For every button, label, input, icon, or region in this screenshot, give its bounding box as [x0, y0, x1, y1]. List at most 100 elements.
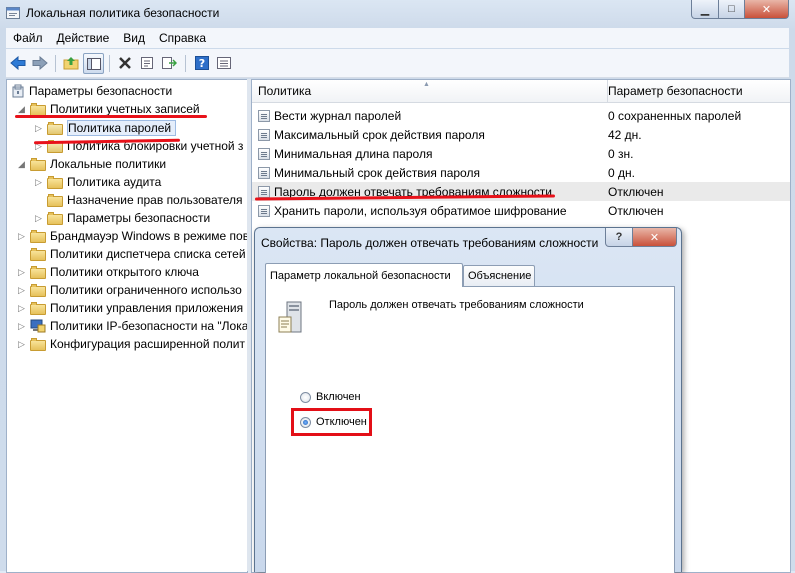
- folder-icon: [30, 301, 46, 315]
- expand-icon[interactable]: ▷: [17, 285, 26, 295]
- tree-root-label: Параметры безопасности: [29, 84, 173, 98]
- expand-icon[interactable]: ▷: [17, 303, 26, 313]
- menu-action[interactable]: Действие: [50, 31, 117, 45]
- tree-root[interactable]: Параметры безопасности: [11, 82, 172, 100]
- tree-item-user-rights[interactable]: Назначение прав пользователя: [34, 191, 243, 209]
- policy-description: Пароль должен отвечать требованиям сложн…: [329, 299, 584, 311]
- export-icon[interactable]: [159, 53, 179, 73]
- dialog-title: Свойства: Пароль должен отвечать требова…: [261, 236, 599, 250]
- folder-icon: [30, 102, 46, 116]
- folder-icon: [47, 193, 63, 207]
- title-bar: Локальная политика безопасности ▁ □ ✕: [0, 0, 795, 27]
- policy-icon: [258, 166, 270, 179]
- tree-item-applocker[interactable]: ▷ Политики управления приложения: [17, 299, 243, 317]
- folder-icon: [30, 265, 46, 279]
- minimize-button[interactable]: ▁: [691, 0, 719, 19]
- column-header-label: Политика: [258, 84, 312, 98]
- properties-icon[interactable]: [137, 53, 157, 73]
- security-settings-icon: [12, 84, 24, 98]
- delete-icon[interactable]: [115, 53, 135, 73]
- tree-item-label: Политики диспетчера списка сетей: [50, 247, 246, 261]
- tree-item-firewall[interactable]: ▷ Брандмауэр Windows в режиме пов: [17, 227, 248, 245]
- expand-icon[interactable]: ▷: [17, 267, 26, 277]
- folder-icon: [47, 211, 63, 225]
- tree-item-label: Политики открытого ключа: [50, 265, 199, 279]
- folder-icon: [30, 247, 46, 261]
- menu-file[interactable]: Файл: [6, 31, 50, 45]
- collapse-icon[interactable]: ◢: [17, 104, 26, 114]
- forward-icon[interactable]: [30, 53, 50, 73]
- tree-item-label: Параметры безопасности: [67, 211, 211, 225]
- show-tree-icon[interactable]: [83, 53, 104, 74]
- close-button[interactable]: ✕: [745, 0, 789, 19]
- policy-name: Минимальный срок действия пароля: [274, 165, 480, 180]
- toolbar: ?: [6, 49, 789, 78]
- column-header-setting[interactable]: Параметр безопасности: [608, 80, 755, 103]
- policy-name: Минимальная длина пароля: [274, 146, 433, 161]
- policy-icon: [258, 128, 270, 141]
- tree-item-label: Политики учетных записей: [50, 102, 200, 116]
- expand-icon[interactable]: ▷: [17, 231, 26, 241]
- dialog-help-button[interactable]: ?: [605, 228, 633, 247]
- svg-text:?: ?: [199, 57, 205, 70]
- tab-explain[interactable]: Объяснение: [463, 265, 535, 286]
- policy-name: Максимальный срок действия пароля: [274, 127, 485, 142]
- table-row[interactable]: Минимальная длина пароля 0 зн.: [252, 144, 790, 163]
- radio-label: Включен: [316, 391, 361, 403]
- collapse-icon[interactable]: ◢: [17, 159, 26, 169]
- policy-name: Хранить пароли, используя обратимое шифр…: [274, 203, 567, 218]
- annotation-underline: [15, 115, 207, 118]
- ip-security-icon: [30, 319, 46, 333]
- policy-name: Вести журнал паролей: [274, 108, 402, 123]
- tree-item-software-restriction[interactable]: ▷ Политики ограниченного использо: [17, 281, 242, 299]
- expand-icon[interactable]: ▷: [34, 213, 43, 223]
- back-icon[interactable]: [8, 53, 28, 73]
- tree-item-audit-policy[interactable]: ▷ Политика аудита: [34, 173, 161, 191]
- tree-item-label: Брандмауэр Windows в режиме пов: [50, 229, 248, 243]
- tree-item-label: Политика аудита: [67, 175, 162, 189]
- tree-item-network-list[interactable]: Политики диспетчера списка сетей: [17, 245, 246, 263]
- expand-icon[interactable]: ▷: [17, 321, 26, 331]
- dialog-close-button[interactable]: ✕: [633, 228, 677, 247]
- table-row[interactable]: Минимальный срок действия пароля 0 дн.: [252, 163, 790, 182]
- folder-icon: [30, 229, 46, 243]
- annotation-box: [291, 408, 372, 436]
- tree-item-label: Политики управления приложения: [50, 301, 244, 315]
- expand-icon[interactable]: ▷: [34, 123, 43, 133]
- tree-item-password-policy[interactable]: ▷ Политика паролей: [34, 119, 177, 137]
- server-policy-icon: [278, 301, 302, 333]
- maximize-button[interactable]: □: [719, 0, 745, 19]
- tree-item-public-key[interactable]: ▷ Политики открытого ключа: [17, 263, 199, 281]
- policy-setting: 0 сохраненных паролей: [608, 108, 742, 123]
- folder-icon: [30, 337, 46, 351]
- tree-item-local-policies[interactable]: ◢ Локальные политики: [17, 155, 166, 173]
- expand-icon[interactable]: ▷: [34, 177, 43, 187]
- table-row[interactable]: Вести журнал паролей 0 сохраненных парол…: [252, 106, 790, 125]
- column-header-policy[interactable]: Политика ▲: [252, 80, 608, 103]
- tree-item-ip-security[interactable]: ▷ Политики IP-безопасности на "Лока: [17, 317, 247, 335]
- table-row[interactable]: Максимальный срок действия пароля 42 дн.: [252, 125, 790, 144]
- help-icon[interactable]: ?: [192, 53, 212, 73]
- table-row[interactable]: Хранить пароли, используя обратимое шифр…: [252, 201, 790, 220]
- radio-button[interactable]: [300, 391, 311, 403]
- sort-ascending-icon: ▲: [423, 81, 430, 88]
- view-icon[interactable]: [214, 53, 234, 73]
- tree-item-label: Политика паролей: [67, 120, 177, 136]
- folder-icon: [47, 121, 63, 135]
- console-tree: Параметры безопасности ◢ Политики учетны…: [6, 79, 248, 573]
- tree-item-label: Политики ограниченного использо: [50, 283, 242, 297]
- policy-icon: [258, 147, 270, 160]
- policy-icon: [258, 109, 270, 122]
- menu-view[interactable]: Вид: [116, 31, 152, 45]
- column-header-label: Параметр безопасности: [608, 84, 743, 98]
- tab-local-security-setting[interactable]: Параметр локальной безопасности: [265, 263, 463, 287]
- expand-icon[interactable]: ▷: [17, 339, 26, 349]
- tree-item-advanced-audit[interactable]: ▷ Конфигурация расширенной полит: [17, 335, 245, 353]
- radio-enabled[interactable]: Включен: [300, 391, 361, 403]
- policy-setting: Отключен: [608, 203, 664, 218]
- main-window: Локальная политика безопасности ▁ □ ✕ Фа…: [0, 0, 795, 573]
- column-header-empty[interactable]: [754, 80, 790, 103]
- tree-item-security-options[interactable]: ▷ Параметры безопасности: [34, 209, 210, 227]
- menu-help[interactable]: Справка: [152, 31, 213, 45]
- up-folder-icon[interactable]: [61, 53, 81, 73]
